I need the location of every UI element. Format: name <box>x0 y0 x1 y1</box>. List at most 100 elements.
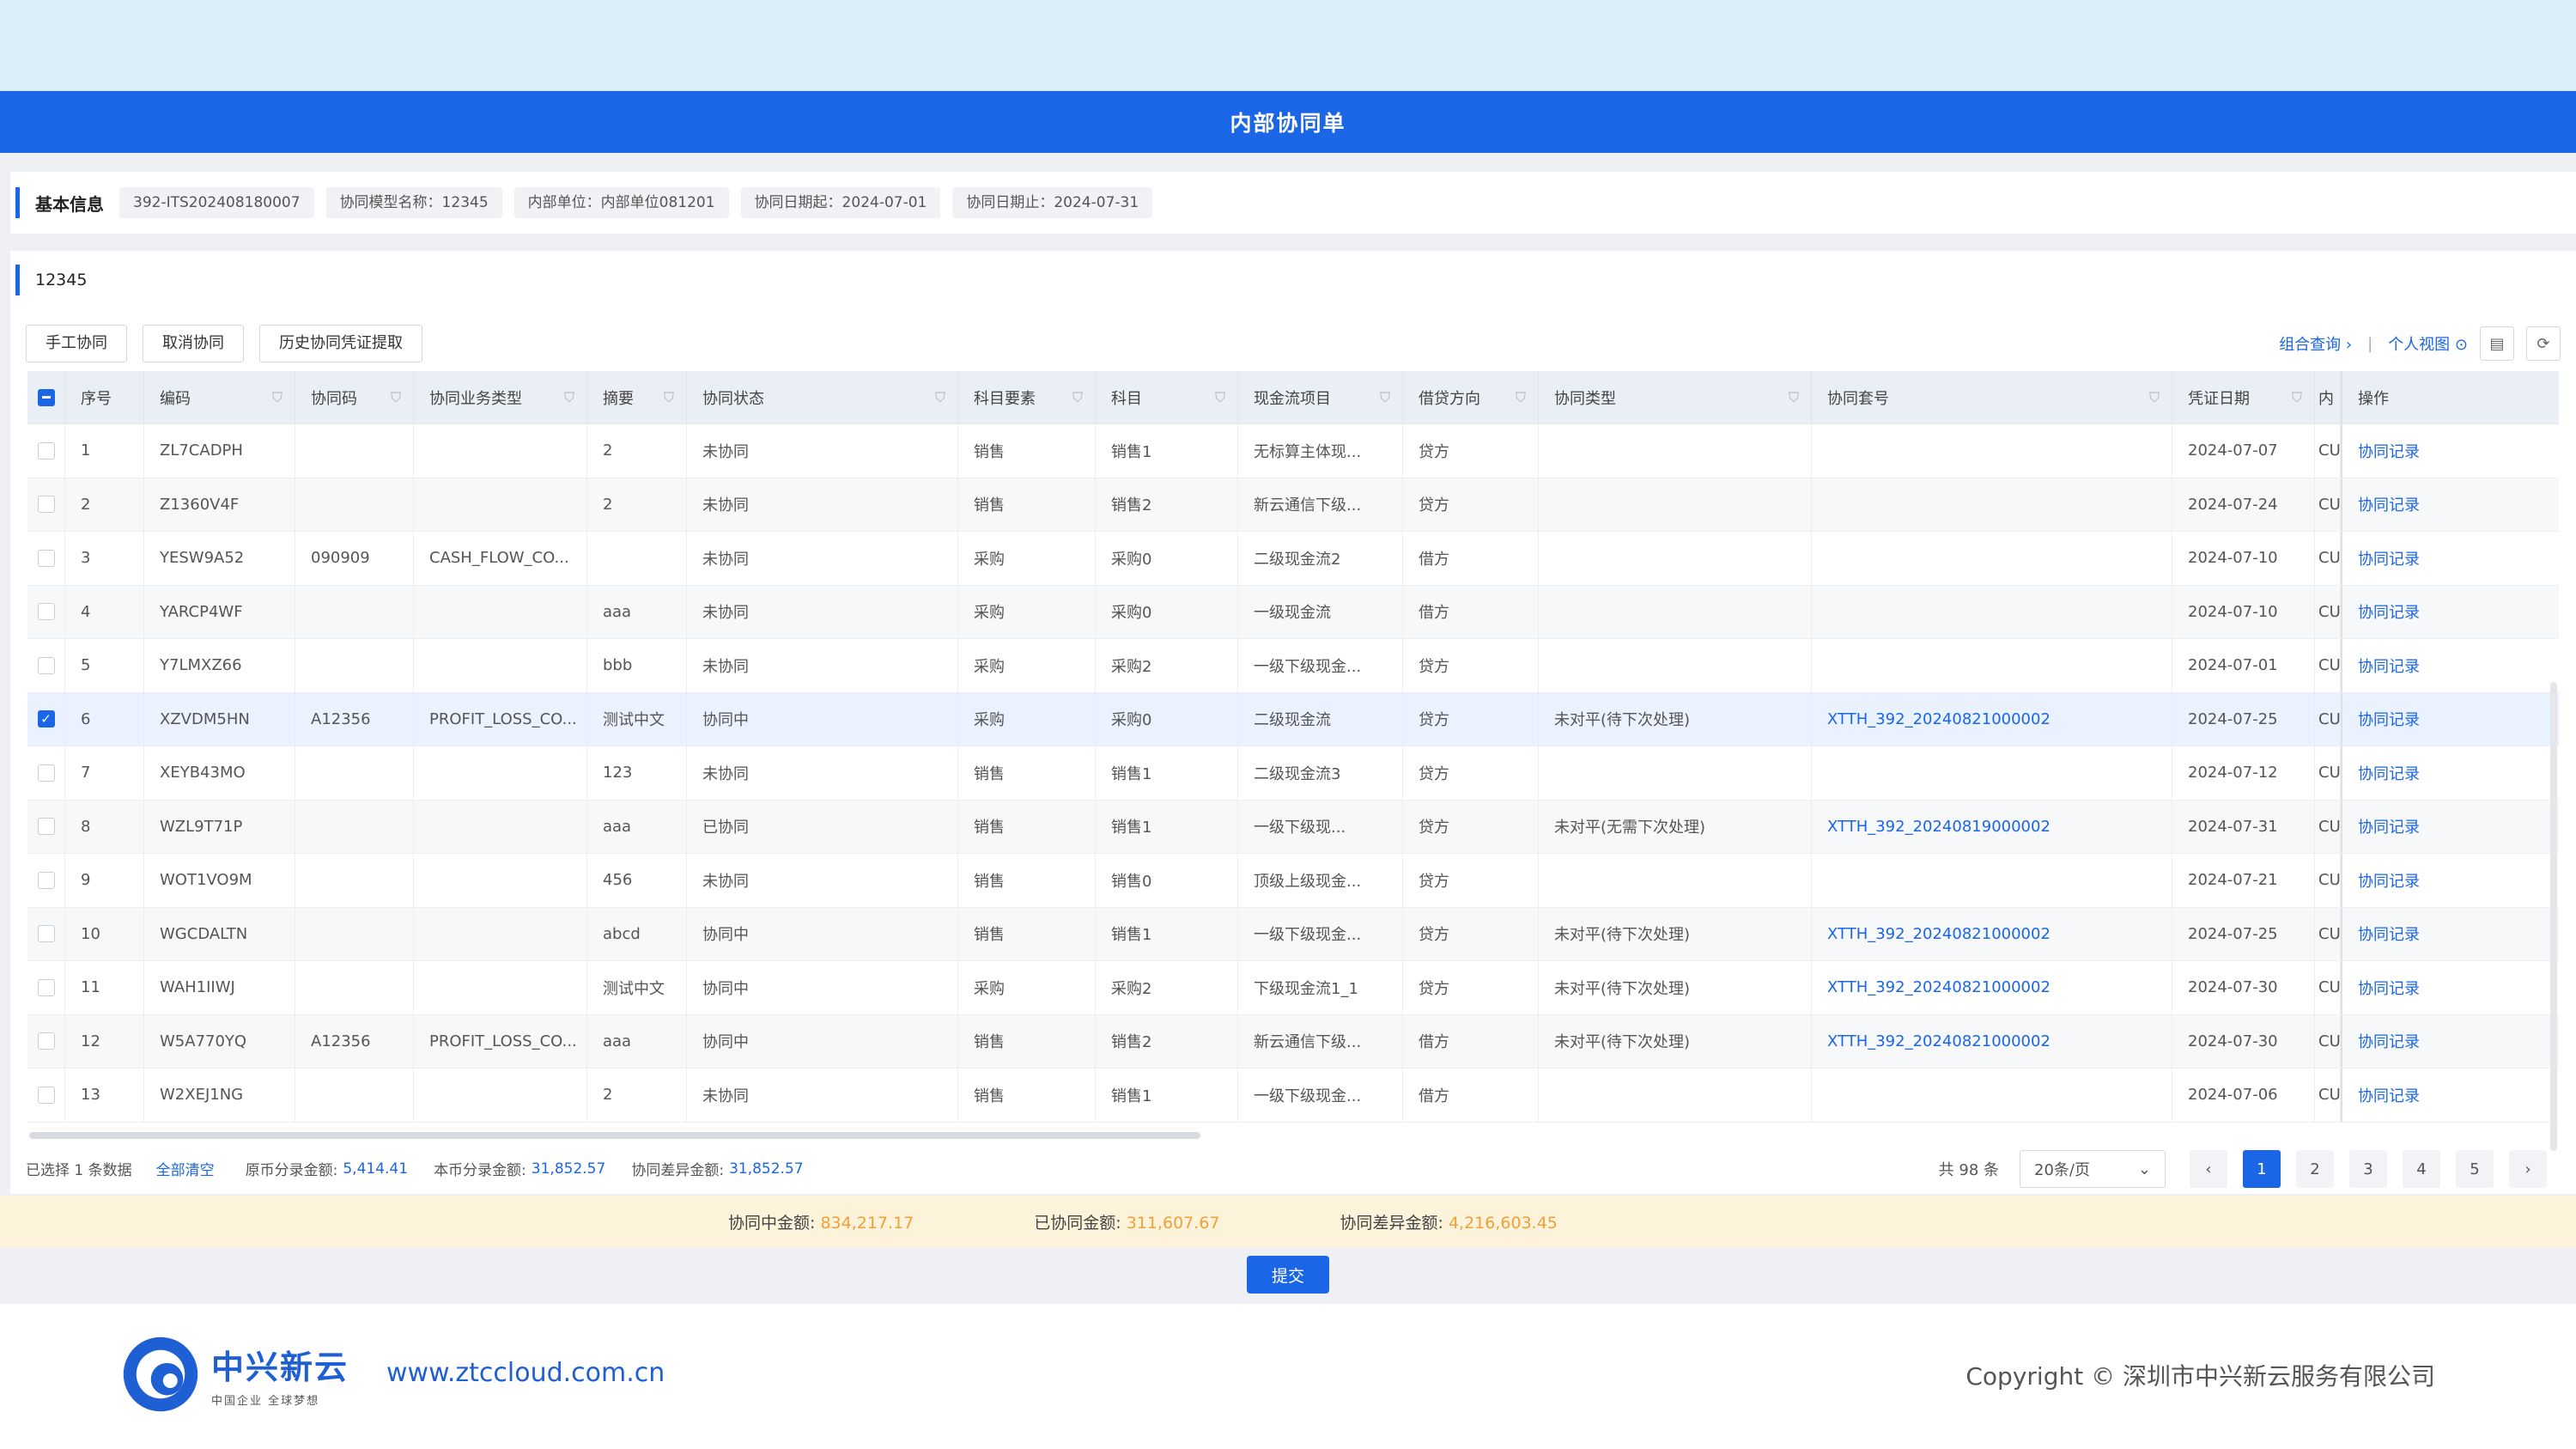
table-row[interactable]: 2 Z1360V4F 2 未协同 销售 销售2 新云通信下级... 贷方 2024-07-24 C… <box>27 478 2559 532</box>
personal-view-link[interactable]: 个人视图 ⊙ <box>2388 332 2468 355</box>
col-header-summary[interactable]: 摘要 ⛉ <box>587 371 687 423</box>
table-row[interactable]: 1 ZL7CADPH 2 未协同 销售 销售1 无标算主体现... 贷方 2024-07-07 C… <box>27 424 2559 478</box>
vertical-scrollbar[interactable] <box>2550 682 2557 1151</box>
col-header-cash-flow[interactable]: 现金流项目 ⛉ <box>1238 371 1403 423</box>
row-action[interactable]: 协同记录 <box>2341 961 2559 1014</box>
row-checkbox[interactable] <box>27 1068 65 1122</box>
col-header-biz-type[interactable]: 协同业务类型 ⛉ <box>414 371 587 423</box>
filter-icon[interactable]: ⛉ <box>391 389 401 406</box>
row-set-no[interactable]: XTTH_392_20240819000002 <box>1812 800 2172 853</box>
row-direction: 贷方 <box>1403 639 1539 692</box>
row-set-no <box>1812 639 2172 692</box>
row-summary: 2 <box>587 478 687 531</box>
filter-icon[interactable]: ⛉ <box>272 389 283 406</box>
filter-icon[interactable]: ⛉ <box>664 389 674 406</box>
select-all-checkbox[interactable] <box>27 371 65 423</box>
row-checkbox[interactable] <box>27 800 65 853</box>
row-checkbox[interactable] <box>27 478 65 531</box>
refresh-icon[interactable]: ⟳ <box>2526 326 2561 361</box>
row-inner: CU <box>2315 854 2341 907</box>
filter-icon[interactable]: ⛉ <box>935 389 945 406</box>
row-action[interactable]: 协同记录 <box>2341 692 2559 746</box>
col-header-status[interactable]: 协同状态 ⛉ <box>687 371 958 423</box>
page-button-1[interactable]: 1 <box>2243 1150 2281 1188</box>
row-sync-type: 未对平(待下次处理) <box>1539 1014 1812 1068</box>
row-action[interactable]: 协同记录 <box>2341 532 2559 585</box>
filter-icon[interactable]: ⛉ <box>1072 389 1083 406</box>
filter-icon[interactable]: ⛉ <box>1516 389 1526 406</box>
row-action[interactable]: 协同记录 <box>2341 854 2559 907</box>
row-action[interactable]: 协同记录 <box>2341 1068 2559 1122</box>
row-summary: 456 <box>587 854 687 907</box>
row-checkbox[interactable] <box>27 854 65 907</box>
row-action[interactable]: 协同记录 <box>2341 907 2559 960</box>
clear-all-link[interactable]: 全部清空 <box>156 1158 215 1179</box>
col-header-subject[interactable]: 科目 ⛉ <box>1096 371 1238 423</box>
combined-query-link[interactable]: 组合查询 › <box>2279 332 2352 355</box>
col-header-sync-code[interactable]: 协同码 ⛉ <box>295 371 414 423</box>
table-row[interactable]: 4 YARCP4WF aaa 未协同 采购 采购0 一级现金流 借方 2024-07-10 CU 协… <box>27 585 2559 639</box>
row-set-no[interactable]: XTTH_392_20240821000002 <box>1812 907 2172 960</box>
col-header-code[interactable]: 编码 ⛉ <box>144 371 295 423</box>
table-row[interactable]: 9 WOT1VO9M 456 未协同 销售 销售0 顶级上级现金... 贷方 2024-07-2… <box>27 854 2559 908</box>
submit-button[interactable]: 提交 <box>1247 1256 1329 1294</box>
filter-icon[interactable]: ⛉ <box>1789 389 1799 406</box>
column-settings-icon[interactable]: ▤ <box>2480 326 2514 361</box>
info-chip-unit: 内部单位：内部单位081201 <box>513 187 729 218</box>
row-action[interactable]: 协同记录 <box>2341 639 2559 692</box>
table-row[interactable]: ✓ 6 XZVDM5HN A12356 PROFIT_LOSS_CO... 测试中文 协同中… <box>27 692 2559 746</box>
col-header-date[interactable]: 凭证日期 ⛉ <box>2172 371 2315 423</box>
row-action[interactable]: 协同记录 <box>2341 1014 2559 1068</box>
table-row[interactable]: 3 YESW9A52 090909 CASH_FLOW_CO... 未协同 采购 采购0 二级… <box>27 532 2559 586</box>
row-checkbox[interactable] <box>27 639 65 692</box>
row-checkbox[interactable] <box>27 532 65 585</box>
page-button-2[interactable]: 2 <box>2296 1150 2334 1188</box>
row-action[interactable]: 协同记录 <box>2341 746 2559 800</box>
next-page-button[interactable]: › <box>2509 1150 2547 1188</box>
table-row[interactable]: 10 WGCDALTN abcd 协同中 销售 销售1 一级下级现金... 贷方 未对平(待下次… <box>27 907 2559 961</box>
table-row[interactable]: 12 W5A770YQ A12356 PROFIT_LOSS_CO... aaa 协同中销… <box>27 1014 2559 1068</box>
col-header-sync-type[interactable]: 协同类型 ⛉ <box>1539 371 1812 423</box>
row-checkbox[interactable] <box>27 907 65 960</box>
page-button-5[interactable]: 5 <box>2456 1150 2494 1188</box>
filter-icon[interactable]: ⛉ <box>564 389 574 406</box>
row-checkbox[interactable] <box>27 746 65 800</box>
filter-icon[interactable]: ⛉ <box>2292 389 2302 406</box>
row-action[interactable]: 协同记录 <box>2341 424 2559 478</box>
cancel-sync-button[interactable]: 取消协同 <box>143 325 244 362</box>
filter-icon[interactable]: ⛉ <box>1380 389 1390 406</box>
row-checkbox[interactable] <box>27 424 65 478</box>
row-checkbox[interactable] <box>27 585 65 638</box>
row-set-no[interactable]: XTTH_392_20240821000002 <box>1812 961 2172 1014</box>
filter-icon[interactable]: ⛉ <box>1215 389 1225 406</box>
row-action[interactable]: 协同记录 <box>2341 478 2559 531</box>
row-set-no[interactable]: XTTH_392_20240821000002 <box>1812 692 2172 746</box>
manual-sync-button[interactable]: 手工协同 <box>26 325 127 362</box>
page-button-4[interactable]: 4 <box>2403 1150 2440 1188</box>
row-cash-flow: 下级现金流1_1 <box>1238 961 1403 1014</box>
page-button-3[interactable]: 3 <box>2349 1150 2387 1188</box>
table-row[interactable]: 8 WZL9T71P aaa 已协同 销售 销售1 一级下级现... 贷方 未对平(无需下次处理… <box>27 800 2559 854</box>
col-header-element[interactable]: 科目要素 ⛉ <box>958 371 1096 423</box>
filter-icon[interactable]: ⛉ <box>2149 389 2160 406</box>
row-checkbox[interactable] <box>27 961 65 1014</box>
selected-count: 已选择 1 条数据 <box>26 1162 132 1179</box>
table-row[interactable]: 13 W2XEJ1NG 2 未协同 销售 销售1 一级下级现金... 借方 2024-07-06… <box>27 1068 2559 1123</box>
history-voucher-button[interactable]: 历史协同凭证提取 <box>259 325 422 362</box>
row-set-no[interactable]: XTTH_392_20240821000002 <box>1812 1014 2172 1068</box>
prev-page-button[interactable]: ‹ <box>2190 1150 2227 1188</box>
row-date: 2024-07-10 <box>2172 532 2315 585</box>
horizontal-scrollbar[interactable] <box>29 1132 1200 1139</box>
table-row[interactable]: 11 WAH1IIWJ 测试中文 协同中 采购 采购2 下级现金流1_1 贷方 未对平(待下次处… <box>27 961 2559 1015</box>
website-link[interactable]: www.ztccloud.com.cn <box>386 1358 665 1388</box>
row-action[interactable]: 协同记录 <box>2341 585 2559 638</box>
page-size-select[interactable]: 20条/页 ⌄ <box>2020 1150 2166 1188</box>
table-row[interactable]: 7 XEYB43MO 123 未协同 销售 销售1 二级现金流3 贷方 2024-07-12 CU… <box>27 746 2559 801</box>
row-action[interactable]: 协同记录 <box>2341 800 2559 853</box>
col-header-direction[interactable]: 借贷方向 ⛉ <box>1403 371 1539 423</box>
row-direction: 借方 <box>1403 1014 1539 1068</box>
table-row[interactable]: 5 Y7LMXZ66 bbb 未协同 采购 采购2 一级下级现金... 贷方 2024-07-0… <box>27 639 2559 693</box>
row-checkbox[interactable]: ✓ <box>27 692 65 746</box>
col-header-set-no[interactable]: 协同套号 ⛉ <box>1812 371 2172 423</box>
row-checkbox[interactable] <box>27 1014 65 1068</box>
